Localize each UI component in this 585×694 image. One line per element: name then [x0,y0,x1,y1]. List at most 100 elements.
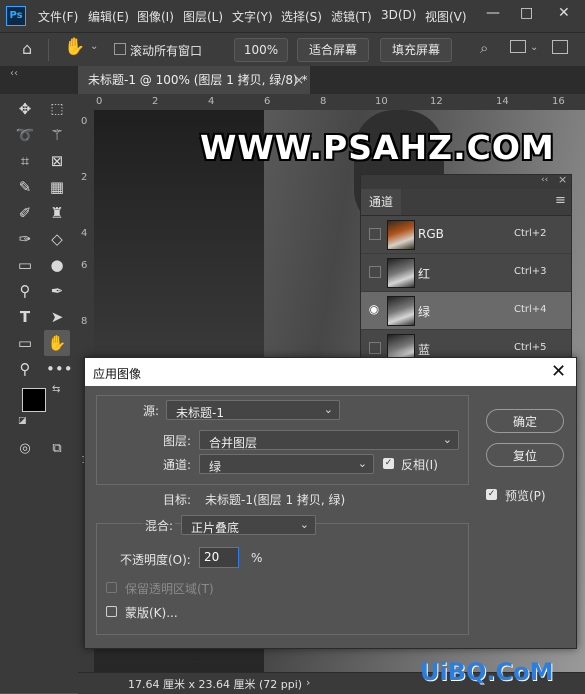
lasso-tool-icon[interactable]: ➰ [14,124,36,146]
swap-colors-icon[interactable]: ⇆ [52,384,60,395]
visibility-toggle[interactable] [369,228,381,240]
blending-select[interactable]: 正片叠底 ⌄ [181,515,316,535]
site-watermark: WWW.PSAHZ.COM [200,128,555,167]
path-selection-tool-icon[interactable]: ➤ [46,306,68,328]
preserve-transparency-label: 保留透明区域(T) [125,582,214,596]
channel-name: 蓝 [418,343,431,357]
menu-3d[interactable]: 3D(D) [381,8,416,22]
menu-edit[interactable]: 编辑(E) [88,8,129,25]
invert-label: 反相(I) [401,458,438,472]
fill-screen-button[interactable]: 填充屏幕 [380,38,452,62]
eye-icon[interactable]: ◉ [367,302,381,316]
dodge-tool-icon[interactable]: ⚲ [14,280,36,302]
chevron-down-icon: ⌄ [357,457,367,470]
opacity-label: 不透明度(O): [120,553,191,567]
close-icon[interactable]: ✕ [551,361,566,382]
foreground-color-swatch[interactable] [22,388,46,412]
source-value: 未标题-1 [176,406,224,420]
channel-row-red[interactable]: 红 Ctrl+3 [361,254,571,292]
menu-file[interactable]: 文件(F) [38,8,78,25]
menu-view[interactable]: 视图(V) [425,8,467,25]
channel-name: RGB [418,227,444,241]
dialog-title: 应用图像 [93,367,142,381]
clone-stamp-tool-icon[interactable]: ♜ [46,202,68,224]
mask-checkbox[interactable] [106,606,117,617]
collapse-toolbar-icon[interactable]: ‹‹ [10,68,18,79]
maximize-button[interactable]: □ [520,5,533,21]
chevron-down-icon: ⌄ [299,518,309,531]
brush-tool-icon[interactable]: ✐ [14,202,36,224]
invert-checkbox[interactable]: ✓ [383,458,394,469]
channel-row-green[interactable]: ◉ 绿 Ctrl+4 [361,292,571,330]
menu-bar: Ps 文件(F) 编辑(E) 图像(I) 图层(L) 文字(Y) 选择(S) 滤… [0,0,585,32]
minimize-button[interactable]: — [486,5,500,21]
move-tool-icon[interactable]: ✥ [14,98,36,120]
channel-select[interactable]: 绿 ⌄ [199,454,374,474]
default-colors-icon[interactable]: ◪ [18,416,27,426]
more-tools-icon[interactable]: ••• [46,358,73,380]
eraser-tool-icon[interactable]: ◇ [46,228,68,250]
chevron-down-icon[interactable]: ⌄ [530,42,538,53]
hand-tool-icon[interactable]: ✋ [64,37,85,57]
ruler-tick: 6 [264,96,271,107]
tools-panel: ✥ ⬚ ➰ ⚚ ⌗ ⊠ ✎ ▦ ✐ ♜ ✑ ◇ ▭ ● ⚲ ✒ T ➤ ▭ ✋ … [0,94,79,693]
scroll-all-checkbox[interactable] [114,43,126,55]
visibility-toggle[interactable] [369,342,381,354]
frame-tool-icon[interactable]: ⊠ [46,150,68,172]
rectangle-tool-icon[interactable]: ▭ [14,332,36,354]
menu-image[interactable]: 图像(I) [137,8,174,25]
quick-mask-icon[interactable]: ◎ [14,438,36,460]
collapse-panel-icon[interactable]: ‹‹ [541,175,548,185]
blending-value: 正片叠底 [191,521,240,535]
crop-tool-icon[interactable]: ⌗ [14,150,36,172]
eyedropper-tool-icon[interactable]: ✎ [14,176,36,198]
reset-button[interactable]: 复位 [486,443,564,467]
chevron-down-icon: ⌄ [442,433,452,446]
close-window-button[interactable]: ✕ [558,5,570,21]
spot-healing-tool-icon[interactable]: ▦ [46,176,68,198]
search-icon[interactable]: ⌕ [480,39,488,57]
history-brush-tool-icon[interactable]: ✑ [14,228,36,250]
menu-select[interactable]: 选择(S) [281,8,322,25]
channel-shortcut: Ctrl+2 [514,228,547,239]
target-value: 未标题-1(图层 1 拷贝, 绿) [205,493,346,507]
hand-tool-icon[interactable]: ✋ [44,330,70,356]
channel-row-rgb[interactable]: RGB Ctrl+2 [361,216,571,254]
channel-shortcut: Ctrl+3 [514,266,547,277]
marquee-tool-icon[interactable]: ⬚ [46,98,68,120]
preview-checkbox[interactable]: ✓ [486,489,497,500]
close-tab-icon[interactable]: × [294,66,304,94]
fit-screen-button[interactable]: 适合屏幕 [297,38,369,62]
document-tab[interactable]: 未标题-1 @ 100% (图层 1 拷贝, 绿/8) * × [78,66,310,94]
options-bar: ⌂ ✋ ⌄ 滚动所有窗口 100% 适合屏幕 填充屏幕 ⌕ ⌄ [0,32,585,68]
source-select[interactable]: 未标题-1 ⌄ [166,400,340,420]
menu-filter[interactable]: 滤镜(T) [331,8,372,25]
visibility-toggle[interactable] [369,266,381,278]
layer-select[interactable]: 合并图层 ⌄ [199,430,459,450]
status-arrow-icon[interactable]: › [306,676,310,689]
menu-layer[interactable]: 图层(L) [183,8,223,25]
blur-tool-icon[interactable]: ● [46,254,68,276]
chevron-down-icon[interactable]: ⌄ [90,41,98,52]
opacity-input[interactable]: 20 [199,547,239,568]
tab-channels[interactable]: 通道 [361,189,401,215]
ruler-tick: 14 [496,96,509,107]
menu-type[interactable]: 文字(Y) [232,8,273,25]
panel-menu-icon[interactable]: ≡ [555,193,566,208]
apply-image-dialog: 应用图像 ✕ 源: 未标题-1 ⌄ 图层: 合并图层 ⌄ 通道: 绿 ⌄ ✓ 反… [84,357,577,649]
ok-button[interactable]: 确定 [486,409,564,433]
pen-tool-icon[interactable]: ✒ [46,280,68,302]
zoom-value[interactable]: 100% [234,38,288,62]
dialog-title-bar: 应用图像 ✕ [85,358,576,386]
workspace-icon[interactable] [510,40,526,53]
home-icon[interactable]: ⌂ [22,39,32,58]
zoom-tool-icon[interactable]: ⚲ [14,358,36,380]
screen-mode-icon[interactable]: ⧉ [46,438,68,460]
magic-wand-tool-icon[interactable]: ⚚ [46,124,68,146]
close-panel-icon[interactable]: × [558,173,567,186]
type-tool-icon[interactable]: T [14,306,36,328]
preserve-transparency-checkbox[interactable] [106,582,117,593]
share-icon[interactable] [552,40,568,54]
gradient-tool-icon[interactable]: ▭ [14,254,36,276]
ruler-tick: 8 [320,96,327,107]
